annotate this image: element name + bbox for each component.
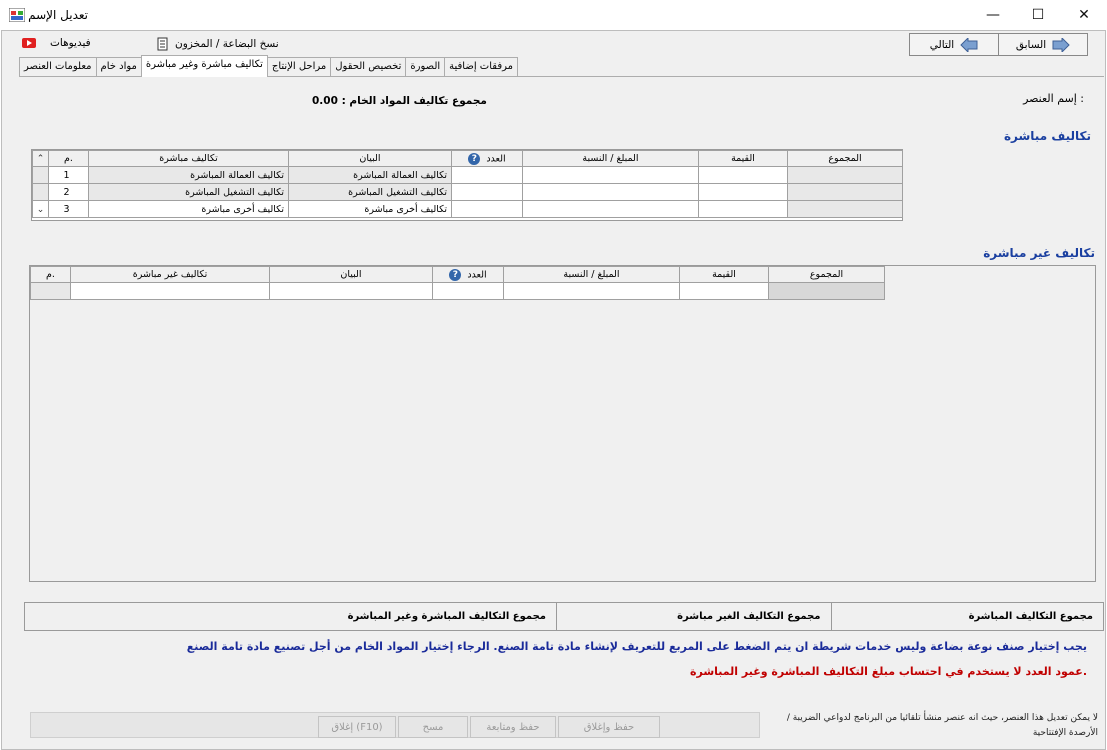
tab-raw-materials[interactable]: مواد خام	[95, 57, 142, 77]
indirect-costs-title: تكاليف غير مباشرة	[983, 246, 1095, 260]
cell-total	[787, 183, 903, 201]
videos-label: فيديوهات	[50, 37, 91, 49]
cell-total	[787, 200, 903, 218]
info-message: يجب إختيار صنف نوعة بضاعة وليس خدمات شري…	[186, 640, 1087, 653]
next-button[interactable]: التالي	[909, 33, 999, 56]
col-header-indirect-cost: تكاليف غير مباشرة	[70, 266, 270, 283]
copy-item-link[interactable]: نسخ البضاعة / المخزون	[157, 37, 279, 51]
col-header-count: ? العدد	[451, 150, 523, 167]
tab-production-stages[interactable]: مراحل الإنتاج	[266, 57, 332, 77]
direct-costs-title: تكاليف مباشرة	[1003, 129, 1091, 143]
tab-item-info[interactable]: معلومات العنصر	[19, 57, 97, 77]
copy-item-label: نسخ البضاعة / المخزون	[175, 38, 279, 50]
save-continue-button[interactable]: حفظ ومتابعة	[470, 716, 556, 738]
total-indirect-label: مجموع التكاليف الغير مباشرة	[556, 603, 831, 630]
warning-message: عمود العدد لا يستخدم في احتساب مبلغ التك…	[690, 665, 1087, 678]
col-header-total: المجموع	[768, 266, 885, 283]
cell-description[interactable]: تكاليف العمالة المباشرة	[288, 166, 452, 184]
direct-header-row: ⌃ م. تكاليف مباشرة البيان ? العدد المبلغ …	[32, 150, 903, 167]
close-window-button[interactable]: ✕	[1061, 0, 1107, 30]
maximize-button[interactable]: ☐	[1015, 0, 1061, 30]
totals-bar: مجموع التكاليف المباشرة وغير المباشرة مج…	[24, 602, 1104, 631]
col-header-count: ? العدد	[432, 266, 504, 283]
tab-direct-indirect-costs[interactable]: تكاليف مباشرة وغير مباشرة	[140, 55, 268, 77]
col-header-direct-cost: تكاليف مباشرة	[88, 150, 289, 167]
col-header-amount: المبلغ / النسبة	[522, 150, 699, 167]
table-row[interactable]	[30, 282, 885, 300]
cell-cost: تكاليف أخرى مباشرة	[88, 200, 289, 218]
row-no: 3	[48, 200, 89, 218]
minimize-button[interactable]: —	[970, 0, 1016, 30]
window-title: تعديل الإسم	[28, 8, 88, 22]
total-direct-label: مجموع التكاليف المباشرة	[830, 603, 1104, 630]
title-bar: تعديل الإسم — ☐ ✕	[0, 0, 1107, 30]
previous-button[interactable]: السابق	[998, 33, 1088, 56]
arrow-right-icon	[1052, 37, 1070, 52]
clear-button[interactable]: مسح	[398, 716, 468, 738]
scroll-down-icon[interactable]: ⌄	[32, 200, 49, 218]
col-header-value: القيمة	[679, 266, 769, 283]
footnote-text: لا يمكن تعديل هذا العنصر، حيث انه عنصر م…	[786, 713, 1098, 738]
total-all-label: مجموع التكاليف المباشرة وغير المباشرة	[347, 611, 546, 622]
cell-amount[interactable]	[522, 166, 699, 184]
cell-cost[interactable]	[70, 282, 270, 300]
help-icon[interactable]: ?	[468, 152, 481, 165]
tab-strip: معلومات العنصر مواد خام تكاليف مباشرة وغ…	[19, 55, 518, 77]
col-header-no: م.	[48, 150, 89, 167]
cell-value[interactable]	[698, 200, 788, 218]
table-row[interactable]: 2 تكاليف التشغيل المباشرة تكاليف التشغيل…	[32, 183, 903, 201]
copy-document-icon	[157, 37, 168, 51]
next-label: التالي	[929, 38, 955, 51]
raw-materials-total-label: مجموع تكاليف المواد الخام : 0.00	[312, 95, 487, 107]
cell-value[interactable]	[698, 183, 788, 201]
scroll-up-icon[interactable]: ⌃	[32, 150, 49, 167]
cell-value[interactable]	[698, 166, 788, 184]
cell-description[interactable]	[269, 282, 433, 300]
col-header-description: البيان	[288, 150, 452, 167]
item-name-label: إسم العنصر :	[1023, 92, 1084, 105]
previous-label: السابق	[1015, 38, 1047, 51]
cell-description[interactable]: تكاليف أخرى مباشرة	[288, 200, 452, 218]
cell-total	[768, 282, 885, 300]
indirect-header-row: م. تكاليف غير مباشرة البيان ? العدد المبل…	[30, 266, 885, 283]
cell-amount[interactable]	[522, 183, 699, 201]
col-header-amount: المبلغ / النسبة	[503, 266, 680, 283]
youtube-icon	[22, 38, 36, 48]
arrow-left-icon	[960, 37, 978, 52]
cell-amount[interactable]	[522, 200, 699, 218]
col-header-description: البيان	[269, 266, 433, 283]
col-header-total: المجموع	[787, 150, 903, 167]
tab-attachments[interactable]: مرفقات إضافية	[444, 57, 518, 77]
tab-custom-fields[interactable]: تخصيص الحقول	[330, 57, 407, 77]
cell-cost: تكاليف التشغيل المباشرة	[88, 183, 289, 201]
save-close-button[interactable]: حفظ وإغلاق	[558, 716, 660, 738]
tab-image[interactable]: الصورة	[405, 57, 446, 77]
cell-count[interactable]	[451, 166, 523, 184]
row-no: 1	[48, 166, 89, 184]
cell-count[interactable]	[432, 282, 504, 300]
cell-description[interactable]: تكاليف التشغيل المباشرة	[288, 183, 452, 201]
cell-total	[787, 166, 903, 184]
cell-count[interactable]	[451, 200, 523, 218]
col-header-no: م.	[30, 266, 71, 283]
help-icon[interactable]: ?	[449, 268, 462, 281]
cell-count[interactable]	[451, 183, 523, 201]
cell-value[interactable]	[679, 282, 769, 300]
table-row[interactable]: 1 تكاليف العمالة المباشرة تكاليف العمالة…	[32, 166, 903, 184]
cell-cost: تكاليف العمالة المباشرة	[88, 166, 289, 184]
row-no: 2	[48, 183, 89, 201]
cell-amount[interactable]	[503, 282, 680, 300]
table-row[interactable]: ⌄ 3 تكاليف أخرى مباشرة تكاليف أخرى مباشر…	[32, 200, 903, 218]
close-f10-button[interactable]: إغلاق (F10)	[318, 716, 396, 738]
videos-link[interactable]: فيديوهات	[22, 37, 91, 49]
indirect-costs-grid: م. تكاليف غير مباشرة البيان ? العدد المبل…	[29, 265, 1096, 582]
direct-costs-grid: ⌃ م. تكاليف مباشرة البيان ? العدد المبلغ …	[31, 149, 903, 221]
app-icon	[9, 8, 25, 22]
col-header-value: القيمة	[698, 150, 788, 167]
